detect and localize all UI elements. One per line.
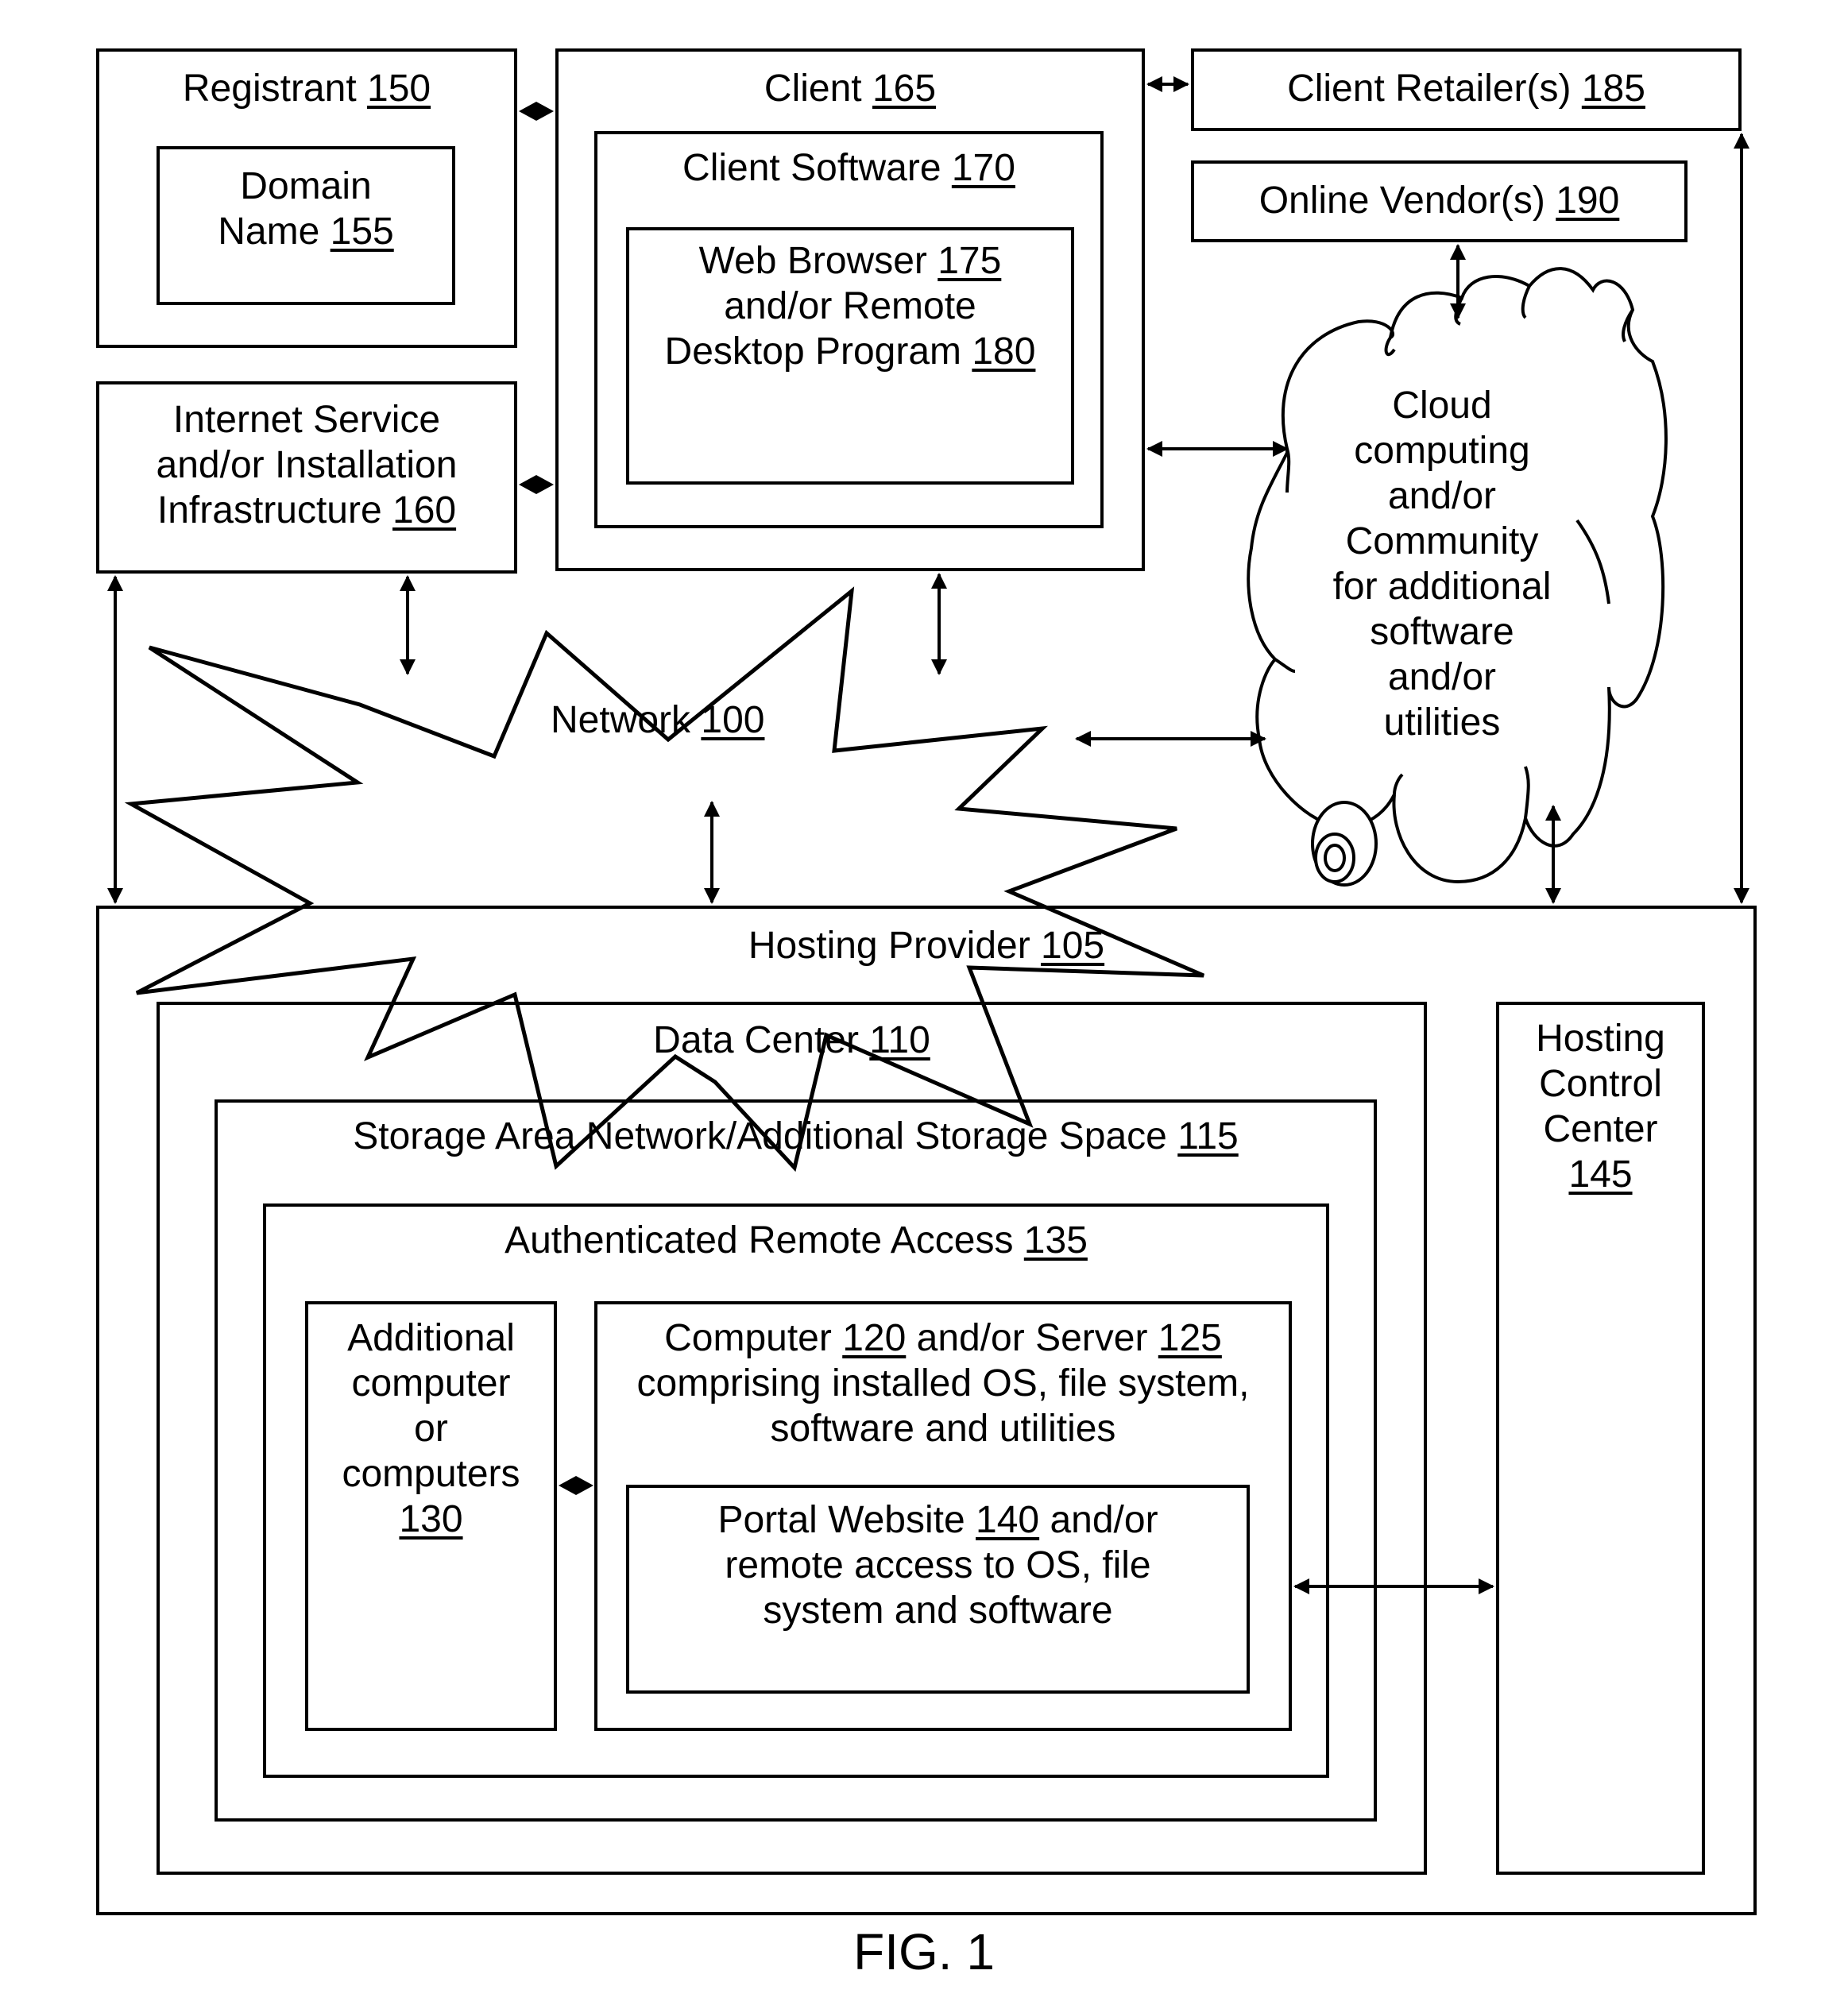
registrant-client-connector [519,102,554,121]
portal-website-box[interactable]: Portal Website 140 and/or remote access t… [626,1485,1250,1694]
data-center-label: Data Center 110 [653,1019,930,1061]
internet-client-connector [519,475,554,494]
authenticated-remote-access-label: Authenticated Remote Access 135 [505,1219,1088,1261]
online-vendors-box[interactable]: Online Vendor(s) 190 [1191,160,1688,242]
cloud-label: Cloud computing and/or Community for add… [1332,384,1552,744]
computer-server-label: Computer 120 and/or Server 125 comprising… [636,1317,1250,1450]
client-software-label: Client Software 170 [682,147,1015,189]
portal-website-label: Portal Website 140 and/or remote access t… [717,1499,1158,1632]
additional-computers-label: Additional computer or computers 130 [342,1317,520,1540]
hosting-control-center-box[interactable]: Hosting Control Center 145 [1496,1002,1705,1875]
domain-name-box[interactable]: Domain Name 155 [157,146,455,305]
additional-computers-box[interactable]: Additional computer or computers 130 [305,1301,557,1731]
registrant-label: Registrant 150 [182,68,431,110]
client-retailers-box[interactable]: Client Retailer(s) 185 [1191,48,1742,131]
client-label: Client 165 [764,68,937,110]
network-label: Network 100 [551,699,765,741]
hosting-control-center-label: Hosting Control Center 145 [1536,1018,1665,1196]
figure-label: FIG. 1 [853,1923,995,1980]
storage-area-network-label: Storage Area Network/Additional Storage … [353,1115,1239,1157]
hosting-provider-label: Hosting Provider 105 [748,925,1105,967]
internet-service-box[interactable]: Internet Service and/or Installation Infra… [96,381,517,574]
web-browser-box[interactable]: Web Browser 175 and/or Remote Desktop Prog… [626,227,1074,485]
internet-service-label: Internet Service and/or Installation Infra… [156,399,458,531]
domain-name-label: Domain Name 155 [218,165,394,253]
web-browser-label: Web Browser 175 and/or Remote Desktop Prog… [664,240,1036,373]
client-retailers-label: Client Retailer(s) 185 [1287,68,1645,110]
online-vendors-label: Online Vendor(s) 190 [1258,180,1620,222]
